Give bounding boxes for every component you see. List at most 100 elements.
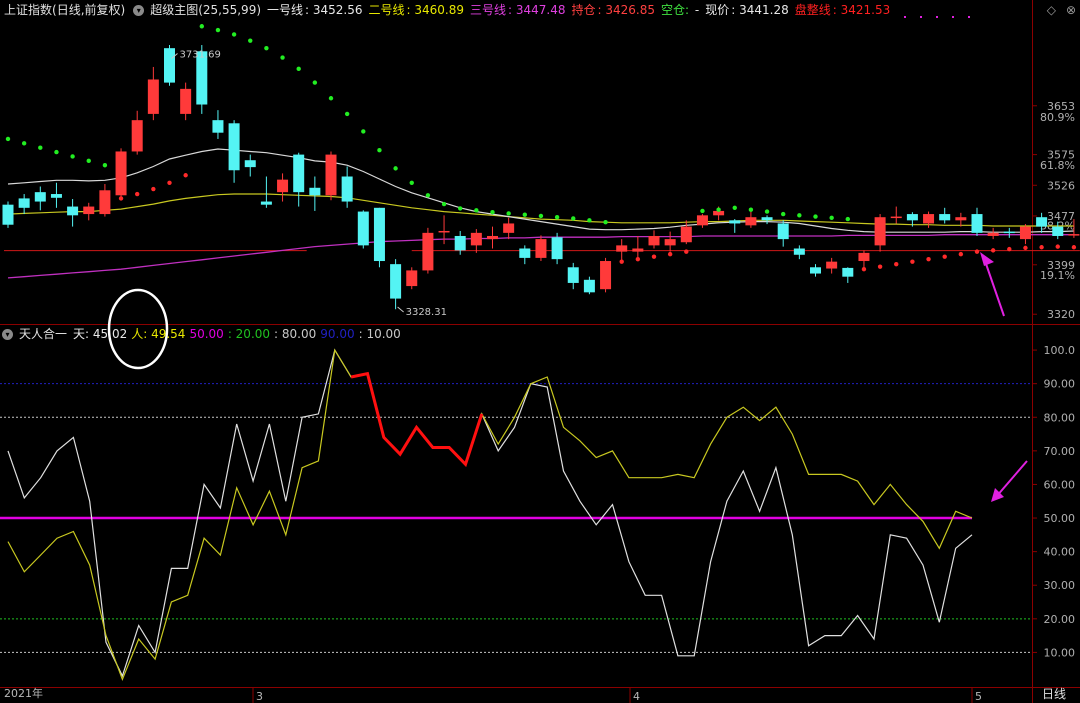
fib-percent-label: 80.9% <box>1040 111 1075 124</box>
sar-dot-green <box>490 209 495 215</box>
candle-body <box>406 270 418 287</box>
main-chart-header: 上证指数(日线,前复权) ▾ 超级主图(25,55,99) 一号线: 3452.56 二… <box>0 1 896 19</box>
arrow-annotation <box>995 460 1028 498</box>
timeframe-button[interactable]: 日线 <box>1032 685 1076 703</box>
sar-dot-green <box>21 141 27 146</box>
sar-dot-red <box>118 196 124 201</box>
sar-dot-green <box>441 201 447 207</box>
candle-body <box>616 245 628 252</box>
candle-body <box>939 214 951 221</box>
sub-indicator-name[interactable]: 天人合一 <box>19 327 67 341</box>
low-marker <box>397 306 404 313</box>
indicator-line-number: - <box>694 3 700 17</box>
sub-chart-header: ▾ 天人合一 天: 45.02 人: 49.54 50.00: 20.00: 80.00… <box>0 325 405 343</box>
sar-dot-green <box>554 215 560 220</box>
sar-dot-red <box>861 266 867 272</box>
low-price-label: 3328.31 <box>406 307 447 318</box>
candle-body <box>309 187 321 196</box>
sar-dot-red <box>910 259 915 264</box>
window-controls: ◇ ⊗ <box>1037 1 1076 19</box>
candle-body <box>422 232 434 271</box>
sar-dot-green <box>70 154 75 159</box>
arrow-annotation <box>983 257 1005 317</box>
collapse-icon[interactable]: ▾ <box>2 329 13 340</box>
series-tian <box>7 348 973 678</box>
diamond-icon[interactable]: ◇ <box>1047 3 1056 17</box>
candle-body <box>632 248 644 252</box>
sar-dot-red <box>135 191 140 197</box>
candle-body <box>906 214 918 221</box>
sar-dot-green <box>215 27 221 33</box>
candle-body <box>1052 226 1064 236</box>
candle-body <box>874 217 886 246</box>
candle-body <box>535 239 547 258</box>
sub-indicator-value: 人: 49.54 <box>131 327 186 341</box>
sar-dot-green <box>813 214 818 219</box>
y-tick-label: 100.0 <box>1044 344 1076 357</box>
sar-dot-red <box>1007 246 1012 252</box>
sar-dot-green <box>296 66 301 72</box>
magenta-dot <box>968 16 970 18</box>
candle-body <box>890 216 902 219</box>
sar-dot-green <box>5 136 11 142</box>
sar-dot-green <box>248 38 253 43</box>
indicator-line-value: 二号线 <box>368 3 405 17</box>
sar-dot-green <box>344 111 350 117</box>
candle-body <box>164 48 175 83</box>
sar-dot-red <box>1071 245 1077 250</box>
candle-body <box>519 248 531 258</box>
candle-body <box>664 239 676 246</box>
magenta-dot <box>952 16 954 18</box>
candle-body <box>583 279 595 293</box>
month-label: 3 <box>256 690 263 703</box>
y-tick-label: 20.00 <box>1044 613 1076 626</box>
candle-body <box>357 211 369 246</box>
candle-body <box>971 214 983 233</box>
sar-dot-green <box>425 193 431 198</box>
sar-dot-green <box>764 209 770 214</box>
sub-indicator-value: : 20.00 <box>227 327 271 341</box>
candle-body <box>438 230 450 233</box>
candle-body <box>131 120 143 152</box>
sar-dot-red <box>651 254 657 259</box>
index-name[interactable]: 上证指数 <box>4 3 52 17</box>
candle-body <box>503 223 515 233</box>
sar-dot-green <box>716 207 721 212</box>
sar-dot-green <box>522 212 527 217</box>
candle-body <box>955 217 967 221</box>
period-label: (日线,前复权) <box>52 3 126 17</box>
sar-dot-red <box>1055 244 1060 249</box>
indicator-line-value: 持仓 <box>571 3 596 17</box>
close-icon[interactable]: ⊗ <box>1066 3 1076 17</box>
candle-body <box>1003 231 1015 234</box>
sar-dot-red <box>942 254 947 259</box>
sar-dot-red <box>877 264 883 269</box>
sar-dot-red <box>667 251 673 257</box>
y-tick-label: 3320 <box>1047 308 1075 321</box>
candle-body <box>567 267 579 283</box>
candle-body <box>115 151 127 196</box>
indicator-line-value: 三号线 <box>470 3 507 17</box>
candle-body <box>777 223 789 240</box>
candle-body <box>228 123 240 171</box>
sar-dot-red <box>974 249 980 254</box>
indicator-values: 一号线: 3452.56 二号线: 3460.89 三号线: 3447.48 持仓: … <box>267 3 896 17</box>
sar-dot-green <box>361 129 366 134</box>
sar-dot-green <box>264 45 269 51</box>
indicator-line-number: : 3426.85 <box>597 3 656 17</box>
candle-body <box>18 198 30 208</box>
candle-body <box>83 206 95 215</box>
sar-dot-green <box>280 55 285 60</box>
candle-body <box>390 264 402 299</box>
candle-body <box>244 160 256 168</box>
month-label: 5 <box>975 690 982 703</box>
y-tick-label: 80.00 <box>1044 411 1076 424</box>
candle-body <box>842 267 854 277</box>
sar-dot-red <box>1023 245 1028 251</box>
candle-body <box>680 226 692 243</box>
collapse-icon[interactable]: ▾ <box>133 5 145 16</box>
sar-dot-green <box>603 220 608 225</box>
candle-body <box>696 215 708 226</box>
indicator-name[interactable]: 超级主图(25,55,99) <box>150 3 261 17</box>
candle-body <box>212 120 224 133</box>
